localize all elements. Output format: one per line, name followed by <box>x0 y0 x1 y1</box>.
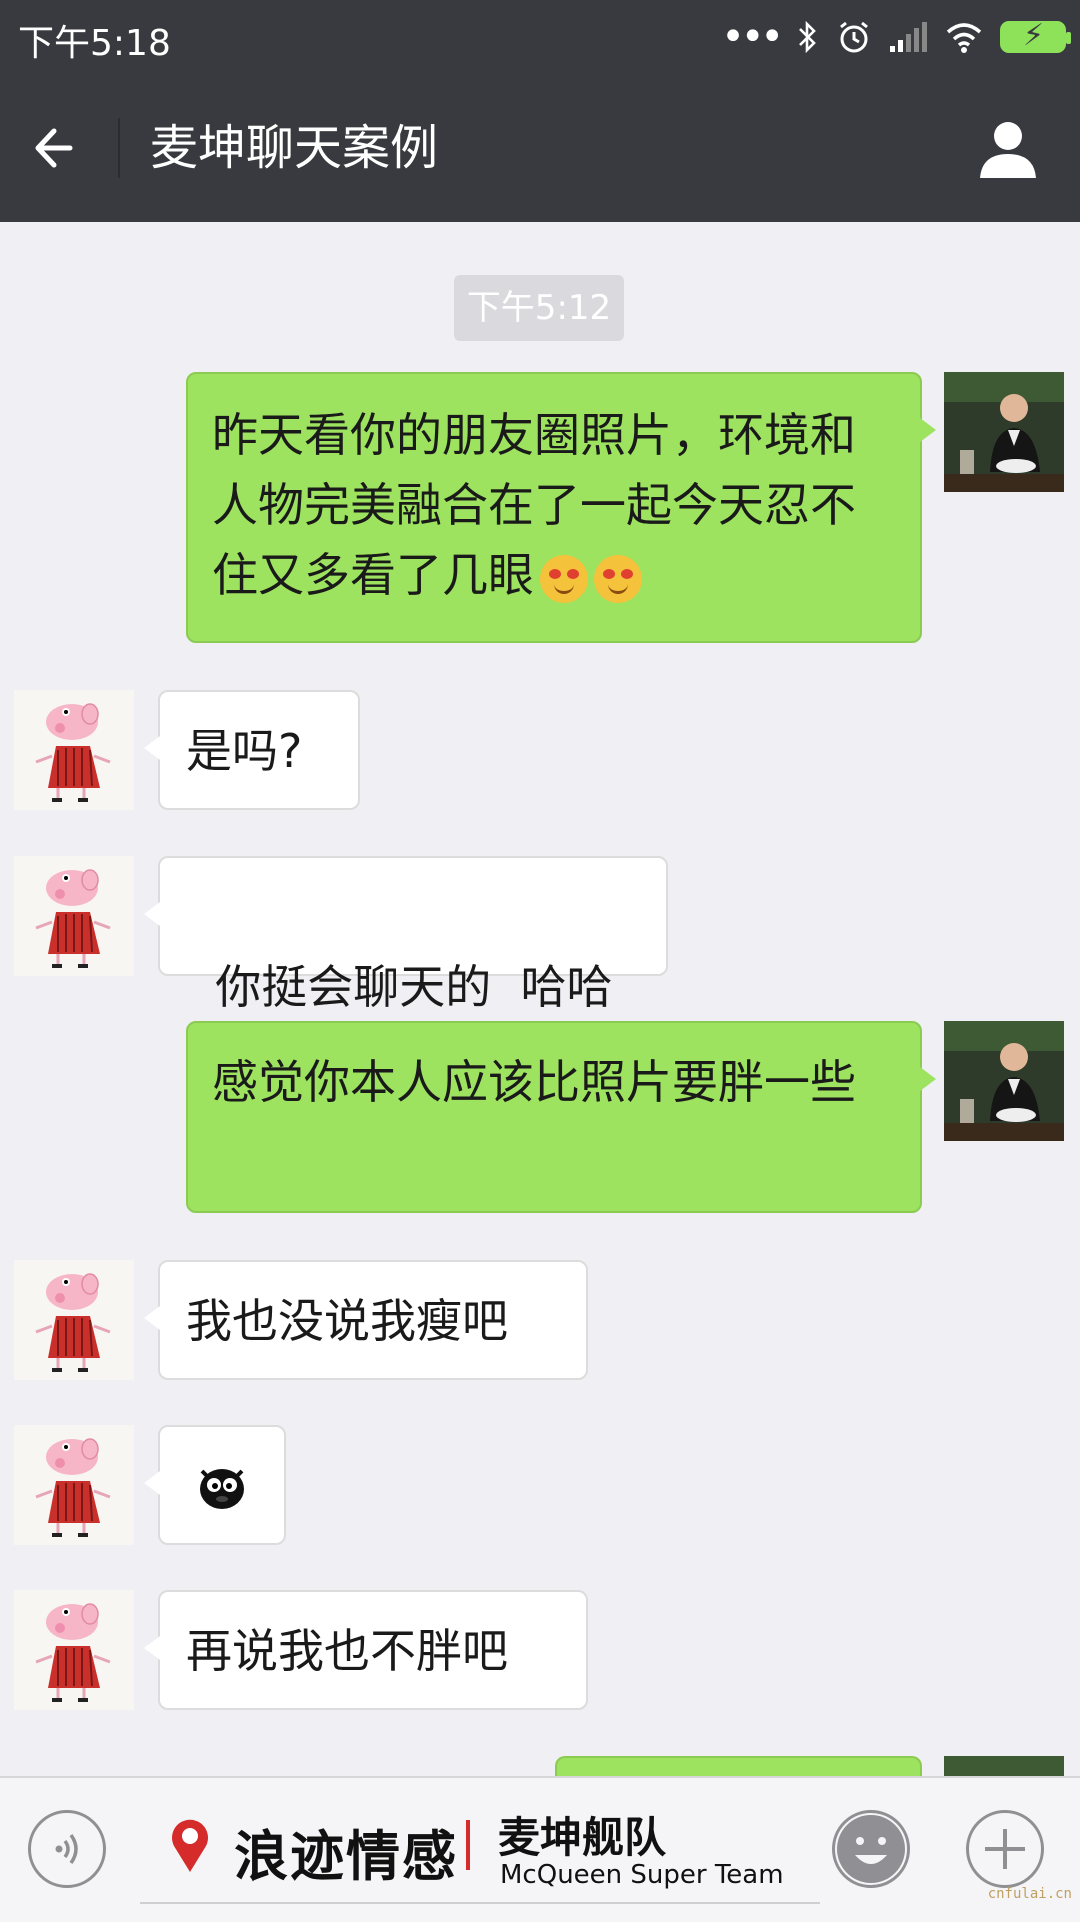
bluetooth-icon <box>799 20 816 54</box>
input-bar: 浪迹情感 麦坤舰队 McQueen Super Team <box>0 1776 1080 1922</box>
peppa-pig-icon <box>14 1260 134 1380</box>
wifi-icon <box>946 23 982 53</box>
heart-eyes-emoji <box>540 554 588 603</box>
message-text: 昨天看你的朋友圈照片，环境和人物完美融合在了一起今天忍不住又多看了几眼 <box>212 408 856 602</box>
message-bubble-received[interactable]: 你挺会聊天的 哈哈 <box>144 856 668 1014</box>
message-text: 感觉你本人应该比照片要胖一些 <box>212 1055 856 1109</box>
peppa-pig-icon <box>14 690 134 810</box>
message-bubble-received[interactable]: 是吗? <box>144 690 360 810</box>
emoji-button[interactable] <box>832 1810 910 1888</box>
signal-icon <box>890 22 927 52</box>
message-bubble-received[interactable]: 再说我也不胖吧 <box>144 1590 588 1710</box>
profile-button[interactable] <box>978 116 1038 180</box>
header-divider <box>118 118 120 178</box>
message-text: 是吗? <box>186 724 303 778</box>
status-bar: 下午5:18 ••• ⚡ <box>0 0 1080 74</box>
more-dots-icon: ••• <box>721 14 784 60</box>
watermark: cnfulai.cn <box>987 1886 1072 1902</box>
plus-button[interactable] <box>966 1810 1044 1888</box>
smiley-icon <box>837 1815 905 1883</box>
contact-avatar[interactable] <box>14 1260 134 1380</box>
contact-avatar[interactable] <box>14 1590 134 1710</box>
chat-timestamp: 下午5:12 <box>454 275 624 341</box>
my-avatar[interactable] <box>944 1756 1064 1778</box>
peppa-pig-icon <box>14 856 134 976</box>
contact-avatar[interactable] <box>14 690 134 810</box>
man-photo-icon <box>944 1756 1064 1778</box>
my-avatar[interactable] <box>944 1021 1064 1141</box>
peppa-pig-icon <box>14 1425 134 1545</box>
black-creature-sticker <box>200 1469 244 1509</box>
my-avatar[interactable] <box>944 372 1064 492</box>
plus-icon <box>985 1829 1025 1869</box>
contact-avatar[interactable] <box>14 1425 134 1545</box>
voice-icon <box>55 1833 78 1865</box>
message-text: 你挺会聊天的 哈哈 <box>215 960 613 1014</box>
alarm-icon <box>840 21 868 53</box>
man-photo-icon <box>944 1021 1064 1141</box>
status-icons: ••• ⚡ <box>721 14 1071 60</box>
input-underline <box>140 1902 820 1904</box>
back-button[interactable] <box>30 114 90 182</box>
message-text: 我也没说我瘦吧 <box>186 1294 508 1348</box>
message-bubble-sent[interactable]: 昨天看你的朋友圈照片，环境和人物完美融合在了一起今天忍不住又多看了几眼 <box>186 372 936 643</box>
battery-icon: ⚡ <box>1000 18 1071 53</box>
message-text: 再说我也不胖吧 <box>186 1624 508 1678</box>
contact-avatar[interactable] <box>14 856 134 976</box>
heart-eyes-emoji <box>594 554 642 603</box>
chat-title: 麦坤聊天案例 <box>150 120 439 176</box>
voice-button[interactable] <box>28 1810 106 1888</box>
status-time: 下午5:18 <box>18 23 171 64</box>
message-bubble-sent[interactable]: 感觉你本人应该比照片要胖一些 <box>186 1021 936 1213</box>
chat-header: 麦坤聊天案例 <box>0 74 1080 222</box>
message-bubble-received[interactable]: 我也没说我瘦吧 <box>144 1260 588 1380</box>
brand-pin-icon <box>172 1819 208 1872</box>
man-photo-icon <box>944 372 1064 492</box>
team-name-en: McQueen Super Team <box>500 1860 784 1890</box>
brand-divider <box>466 1820 470 1870</box>
brand-name: 浪迹情感 <box>234 1825 458 1888</box>
team-name: 麦坤舰队 <box>498 1813 667 1862</box>
message-bubble-received[interactable] <box>144 1425 286 1545</box>
peppa-pig-icon <box>14 1590 134 1710</box>
